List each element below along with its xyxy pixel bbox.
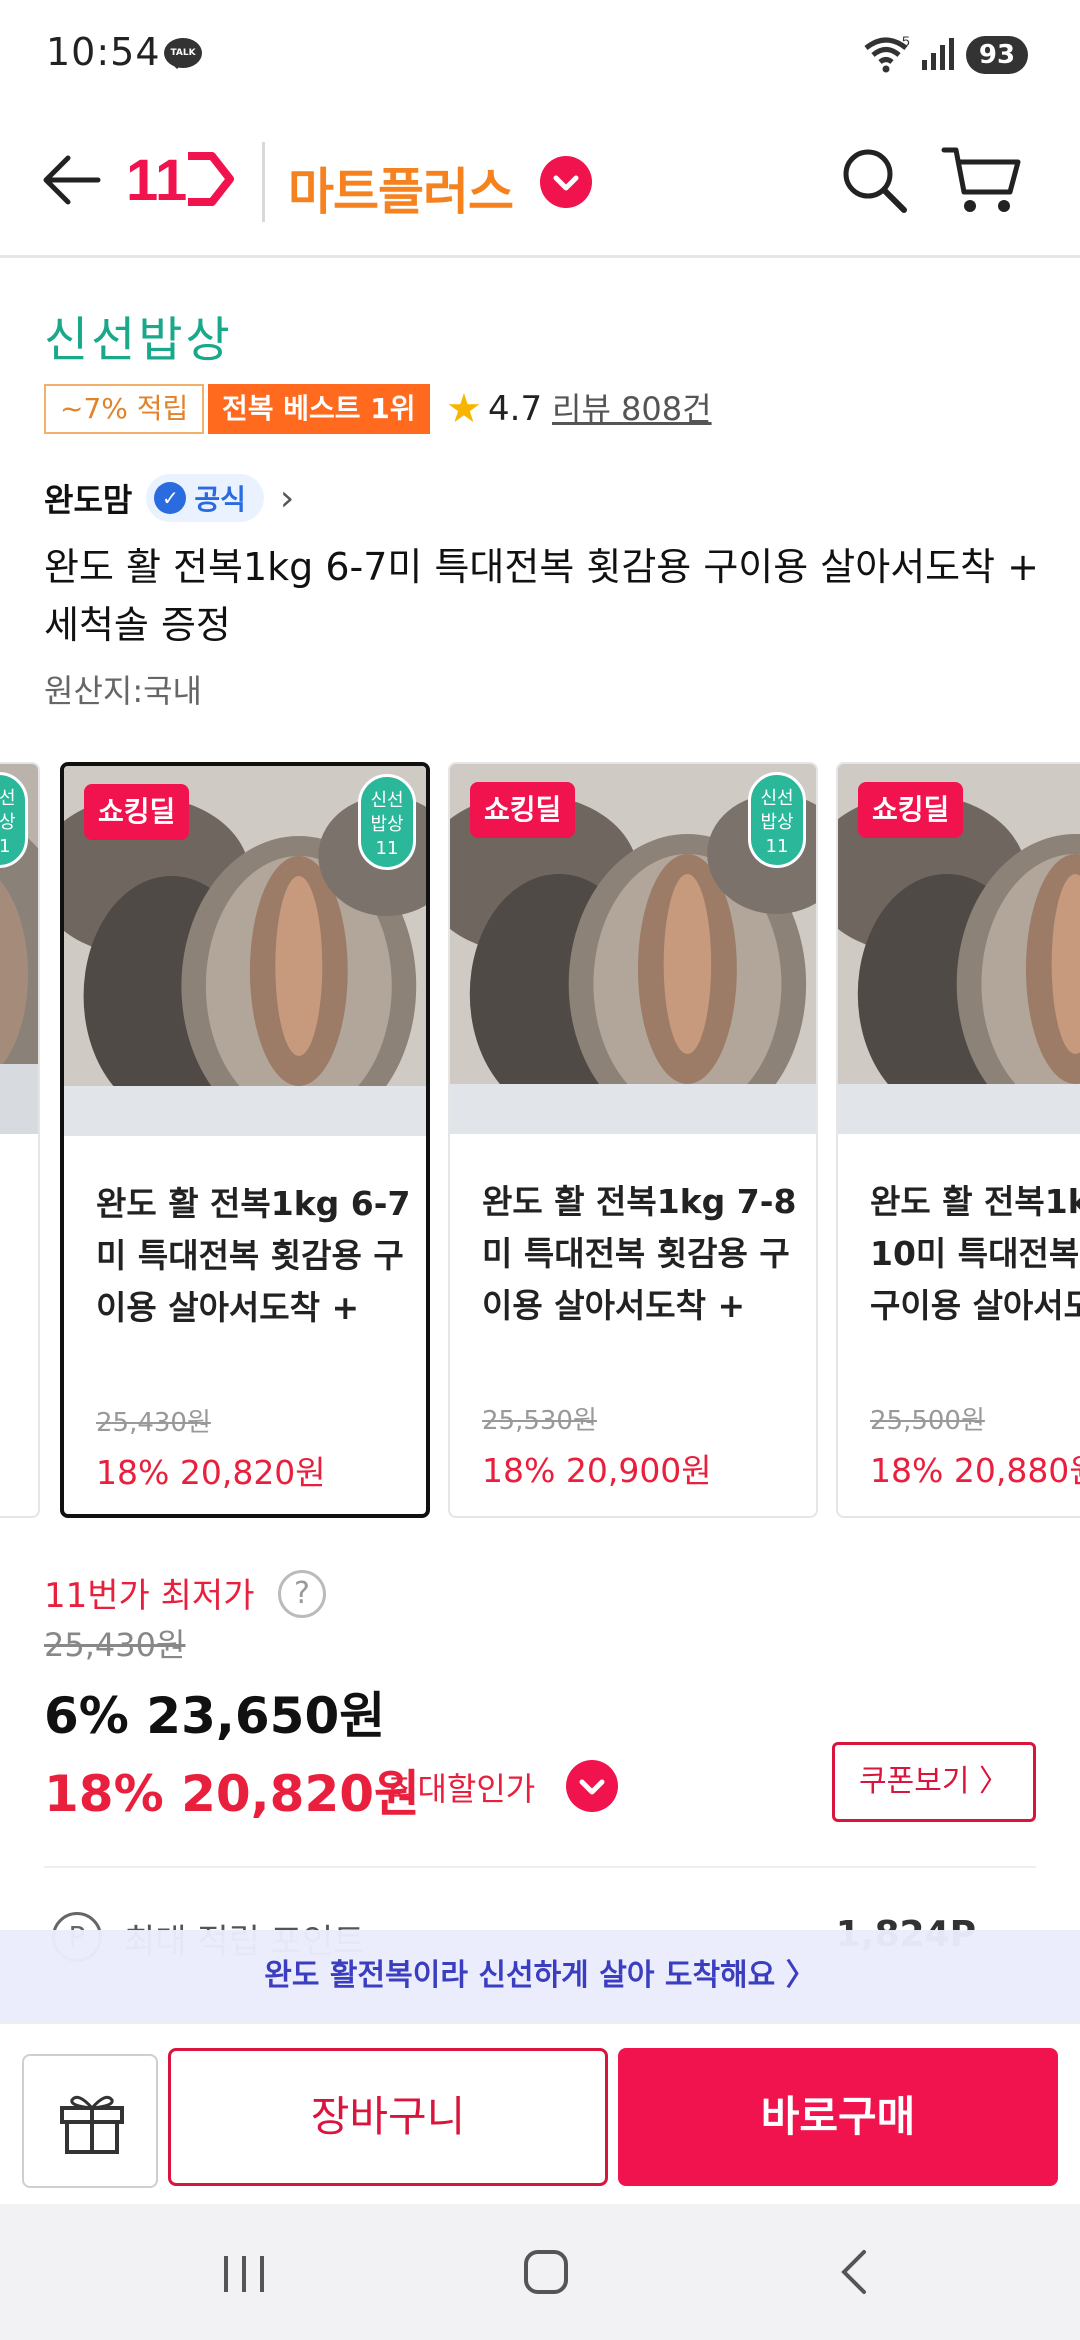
- option-card[interactable]: 쇼킹딜 완도 활 전복1kg 9-10미 특대전복 횟감용 구이용 살아서도착 …: [836, 762, 1080, 1518]
- help-icon[interactable]: ?: [278, 1570, 326, 1618]
- shocking-deal-badge: 쇼킹딜: [858, 782, 964, 838]
- battery-indicator: 93: [966, 36, 1028, 74]
- shocking-deal-badge: 쇼킹딜: [470, 782, 576, 838]
- chevron-right-icon: ›: [279, 477, 295, 519]
- option-card[interactable]: 쇼킹딜 신선 밥상 11 완도 활 전복1kg 7-8미 특대전복 횟감용 구이…: [448, 762, 818, 1518]
- view-coupon-button[interactable]: 쿠폰보기 〉: [832, 1742, 1036, 1822]
- option-name: 완도 활 전복1kg 6-7미 특대전복 횟감용 구이용 살아서도착 +: [96, 1184, 411, 1327]
- official-badge: ✓ 공식: [146, 474, 264, 522]
- reward-badge: ~7% 적립: [44, 384, 205, 434]
- status-time: 10:54: [46, 30, 161, 74]
- option-card-previous[interactable]: 신선 밥상 11: [0, 762, 40, 1518]
- chevron-down-icon[interactable]: [566, 1760, 618, 1812]
- seller-name: 완도맘: [44, 481, 133, 519]
- fresh-table-badge: 신선 밥상 11: [0, 772, 28, 868]
- option-original-price: 25,500원: [870, 1406, 985, 1436]
- original-price: 25,430원: [44, 1626, 186, 1664]
- verified-check-icon: ✓: [154, 482, 187, 514]
- option-name: 완도 활 전복1kg 9-10미 특대전복 횟감용 구이용 살아서도착 +: [870, 1182, 1080, 1325]
- wifi-icon: 5: [864, 34, 910, 73]
- freshness-banner[interactable]: 완도 활전복이라 신선하게 살아 도착해요 〉: [0, 1930, 1080, 2022]
- fresh-table-badge: 신선 밥상 11: [748, 772, 806, 868]
- header-divider: [262, 142, 265, 222]
- rating-value: 4.7: [488, 389, 543, 429]
- status-bar: 10:54 TALK 5 93: [0, 0, 1080, 112]
- option-sale-price: 18% 20,820원: [96, 1453, 326, 1492]
- home-icon[interactable]: [522, 2248, 570, 2296]
- option-original-price: 25,530원: [482, 1406, 597, 1436]
- recent-apps-icon[interactable]: [220, 2250, 268, 2298]
- max-discount-label[interactable]: 최대할인가: [388, 1764, 535, 1810]
- option-card[interactable]: 쇼킹딜 신선 밥상 11 완도 활 전복1kg 6-7미 특대전복 횟감용 구이…: [60, 762, 430, 1518]
- gift-icon: [60, 2095, 124, 2154]
- search-icon[interactable]: [836, 142, 912, 218]
- signal-icon: [922, 38, 954, 70]
- divider: [44, 1866, 1036, 1868]
- back-arrow-icon[interactable]: [36, 144, 108, 216]
- app-header: 11 마트플러스: [0, 112, 1080, 258]
- review-count-link[interactable]: 리뷰 808건: [552, 384, 712, 434]
- wifi-badge: 5: [902, 34, 910, 49]
- buy-now-button[interactable]: 바로구매: [618, 2048, 1058, 2186]
- origin-label: 원산지:국내: [44, 672, 202, 710]
- official-label: 공식: [194, 483, 246, 516]
- sale-price: 6% 23,650원: [44, 1687, 386, 1745]
- product-title: 완도 활 전복1kg 6-7미 특대전복 횟감용 구이용 살아서도착 + 세척솔…: [44, 545, 1040, 647]
- option-original-price: 25,430원: [96, 1408, 211, 1438]
- purchase-bar: 장바구니 바로구매: [0, 2022, 1080, 2204]
- brand-label[interactable]: 신선밥상: [44, 300, 233, 370]
- chevron-down-icon[interactable]: [540, 156, 592, 208]
- option-sale-price: 18% 20,880원: [870, 1451, 1080, 1490]
- option-carousel[interactable]: 신선 밥상 11 쇼킹딜 신선 밥상 11 완도 활 전복1kg 6-7미 특대…: [0, 760, 1080, 1522]
- star-icon: ★: [446, 386, 482, 432]
- back-icon[interactable]: [830, 2248, 878, 2296]
- system-navigation-bar: [0, 2204, 1080, 2340]
- lowest-price-label: 11번가 최저가: [44, 1576, 255, 1616]
- max-discount-price: 18% 20,820원: [44, 1765, 421, 1823]
- shocking-deal-badge: 쇼킹딜: [84, 784, 190, 840]
- best-seller-badge: 전복 베스트 1위: [208, 384, 430, 434]
- fresh-table-badge: 신선 밥상 11: [358, 774, 416, 870]
- option-name: 완도 활 전복1kg 7-8미 특대전복 횟감용 구이용 살아서도착 +: [482, 1182, 797, 1325]
- logo-11-text: 11: [126, 148, 187, 213]
- option-sale-price: 18% 20,900원: [482, 1451, 712, 1490]
- 11st-logo[interactable]: 11: [126, 144, 236, 214]
- mart-plus-title[interactable]: 마트플러스: [288, 152, 514, 224]
- kakaotalk-notification-icon: TALK: [164, 38, 202, 69]
- cart-icon[interactable]: [940, 142, 1024, 218]
- seller-link[interactable]: 완도맘 ✓ 공식 ›: [44, 472, 294, 524]
- gift-button[interactable]: [22, 2054, 158, 2188]
- add-to-cart-button[interactable]: 장바구니: [168, 2048, 608, 2186]
